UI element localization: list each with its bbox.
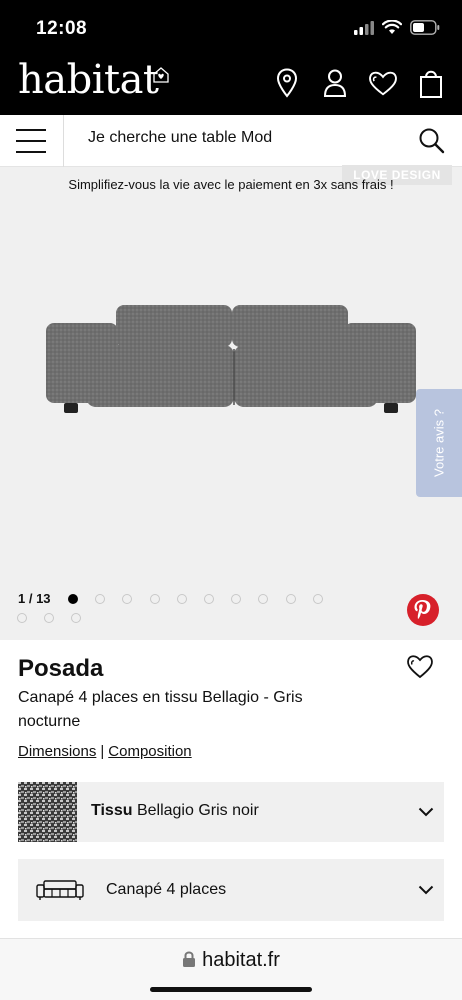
- feedback-label: Votre avis ?: [431, 409, 447, 477]
- store-locator-button[interactable]: [272, 66, 302, 100]
- payment-promo-text: Simplifiez-vous la vie avec le paiement …: [68, 177, 394, 192]
- carousel-dot[interactable]: [71, 613, 81, 623]
- pinterest-share-button[interactable]: [407, 594, 439, 626]
- status-icons: [354, 20, 440, 35]
- carousel-dot[interactable]: [95, 594, 105, 604]
- chevron-down-icon: [418, 885, 434, 895]
- product-name: Posada: [18, 655, 104, 682]
- search-input[interactable]: [88, 129, 388, 147]
- composition-link[interactable]: Composition: [108, 743, 191, 760]
- carousel-dot[interactable]: [68, 594, 78, 604]
- hamburger-line: [16, 151, 46, 153]
- home-indicator[interactable]: [150, 987, 312, 992]
- product-image-sofa[interactable]: [44, 297, 418, 417]
- product-gallery[interactable]: LOVE DESIGN Simplifiez-vous la vie avec …: [0, 165, 462, 640]
- account-button[interactable]: [320, 66, 350, 100]
- logo-house-heart-icon: [153, 67, 169, 83]
- fabric-label-prefix: Tissu: [91, 802, 133, 819]
- hamburger-line: [16, 129, 46, 131]
- search-icon[interactable]: [418, 127, 446, 155]
- fabric-swatch-image: [18, 782, 77, 842]
- browser-address-bar[interactable]: habitat.fr: [0, 938, 462, 1000]
- search-bar: [0, 115, 462, 167]
- carousel-dot[interactable]: [44, 613, 54, 623]
- link-separator: |: [100, 743, 105, 760]
- sofa-icon: [36, 880, 84, 900]
- product-page: { "status": { "time": "12:08" }, "header…: [0, 0, 462, 1000]
- feedback-tab[interactable]: Votre avis ?: [416, 389, 462, 497]
- location-pin-icon: [276, 68, 298, 98]
- top-header: 12:08 habitat: [0, 0, 462, 115]
- image-counter: 1 / 13: [18, 591, 51, 606]
- carousel-dot[interactable]: [17, 613, 27, 623]
- habitat-logo[interactable]: habitat: [18, 60, 159, 100]
- status-time: 12:08: [36, 18, 88, 39]
- menu-button[interactable]: [16, 127, 46, 155]
- carousel-dot[interactable]: [150, 594, 160, 604]
- account-icon: [323, 69, 347, 97]
- carousel-dot[interactable]: [204, 594, 214, 604]
- wishlist-heart-icon[interactable]: [406, 653, 434, 679]
- carousel-dot[interactable]: [313, 594, 323, 604]
- fabric-label-value: Bellagio Gris noir: [136, 802, 259, 819]
- carousel-dot[interactable]: [286, 594, 296, 604]
- carousel-dot[interactable]: [177, 594, 187, 604]
- signal-icon: [354, 20, 374, 35]
- dimensions-link[interactable]: Dimensions: [18, 743, 96, 760]
- wifi-icon: [382, 20, 402, 34]
- hamburger-line: [16, 140, 46, 142]
- wishlist-button[interactable]: [368, 66, 398, 100]
- product-links: Dimensions | Composition: [18, 743, 192, 760]
- fabric-label: Tissu Bellagio Gris noir: [91, 802, 259, 820]
- url-display[interactable]: habitat.fr: [0, 949, 462, 972]
- lock-icon: [183, 951, 196, 967]
- carousel-dot[interactable]: [231, 594, 241, 604]
- pinterest-icon: [414, 600, 431, 620]
- cart-button[interactable]: [416, 66, 446, 100]
- size-selector[interactable]: Canapé 4 places: [18, 859, 444, 921]
- size-label: Canapé 4 places: [106, 881, 227, 898]
- chevron-down-icon: [418, 807, 434, 817]
- url-text: habitat.fr: [202, 949, 280, 971]
- header-icons: [272, 66, 446, 100]
- shopping-bag-icon: [420, 70, 442, 98]
- heart-icon: [369, 71, 397, 96]
- divider: [63, 115, 64, 167]
- carousel-dot[interactable]: [122, 594, 132, 604]
- product-description: Canapé 4 places en tissu Bellagio - Gris…: [18, 689, 303, 730]
- carousel-dot[interactable]: [258, 594, 268, 604]
- battery-icon: [410, 20, 440, 35]
- fabric-selector[interactable]: Tissu Bellagio Gris noir: [18, 782, 444, 842]
